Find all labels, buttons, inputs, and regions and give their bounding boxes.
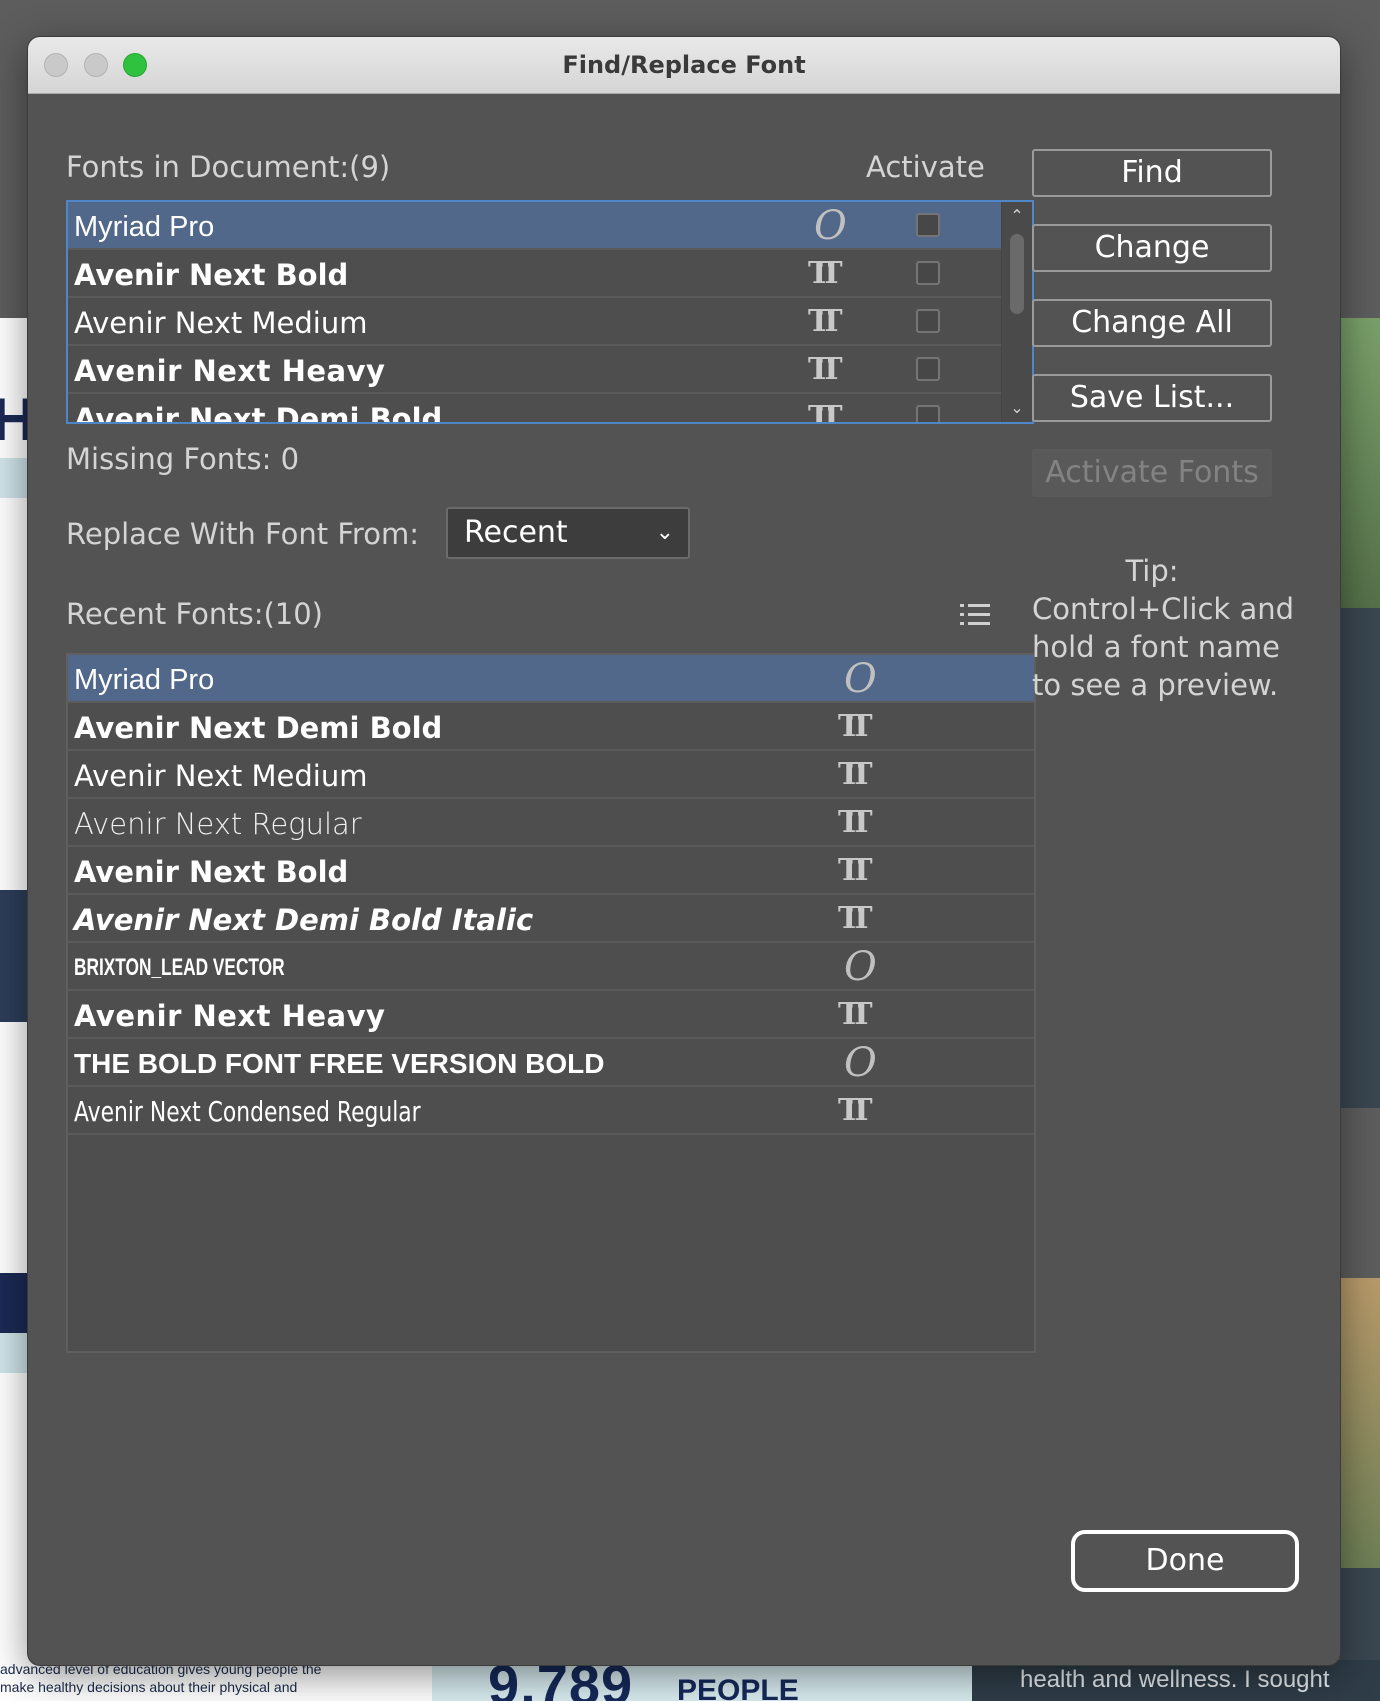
recent-fonts-list[interactable]: Myriad Pro O Avenir Next Demi Bold TT Av… xyxy=(66,653,1036,1353)
background-stat-label: PEOPLE xyxy=(677,1674,799,1701)
fonts-in-document-list[interactable]: Myriad Pro O Avenir Next Bold TT Avenir … xyxy=(66,200,1034,424)
background-heading-fragment: H xyxy=(0,386,30,453)
activate-column-header: Activate xyxy=(866,150,985,184)
font-name: Avenir Next Bold xyxy=(74,258,349,292)
fonts-in-document-label: Fonts in Document:(9) xyxy=(66,150,391,184)
truetype-icon: TT xyxy=(838,805,872,840)
window-title: Find/Replace Font xyxy=(562,51,806,79)
background-stat-box: 9,789 PEOPLE xyxy=(432,1660,972,1701)
background-stat-number: 9,789 xyxy=(488,1660,634,1701)
font-name: Avenir Next Medium xyxy=(74,759,368,793)
scroll-down-arrow-icon[interactable]: ⌄ xyxy=(1009,400,1025,416)
background-panel-right xyxy=(1340,608,1380,1108)
recent-font-row-avenir-next-bold[interactable]: Avenir Next Bold TT xyxy=(68,847,1034,895)
font-name: Myriad Pro xyxy=(74,211,215,243)
background-dark-panel: health and wellness. I sought xyxy=(972,1660,1380,1701)
missing-fonts-label: Missing Fonts: 0 xyxy=(66,442,300,476)
font-name: Avenir Next Medium xyxy=(74,306,368,340)
truetype-icon: TT xyxy=(838,1093,872,1128)
activate-checkbox[interactable] xyxy=(916,261,940,285)
font-name: Avenir Next Heavy xyxy=(74,999,386,1033)
truetype-icon: TT xyxy=(808,400,842,424)
tip-title: Tip: xyxy=(1125,554,1179,588)
truetype-icon: TT xyxy=(838,709,872,744)
font-name: Avenir Next Heavy xyxy=(74,354,386,388)
activate-checkbox[interactable] xyxy=(916,213,940,237)
opentype-icon: O xyxy=(844,944,877,990)
truetype-icon: TT xyxy=(838,853,872,888)
background-strip xyxy=(0,458,30,498)
scroll-thumb[interactable] xyxy=(1010,234,1024,314)
activate-checkbox[interactable] xyxy=(916,357,940,381)
title-bar[interactable]: Find/Replace Font xyxy=(28,37,1340,94)
activate-checkbox[interactable] xyxy=(916,405,940,422)
font-name: Avenir Next Condensed Regular xyxy=(74,1095,421,1128)
font-name: Avenir Next Demi Bold Italic xyxy=(74,903,534,937)
opentype-icon: O xyxy=(844,1040,877,1086)
replace-with-selected-value: Recent xyxy=(464,515,568,550)
opentype-icon: O xyxy=(844,656,877,702)
recent-font-row-avenir-next-medium[interactable]: Avenir Next Medium TT xyxy=(68,751,1034,799)
truetype-icon: TT xyxy=(808,352,842,387)
recent-font-row-the-bold-font[interactable]: THE BOLD FONT FREE VERSION BOLD O xyxy=(68,1039,1034,1087)
background-photo-right-bottom xyxy=(1340,1278,1380,1568)
background-strip xyxy=(0,1333,30,1373)
doc-font-row-avenir-next-demi-bold[interactable]: Avenir Next Demi Bold TT xyxy=(68,394,1002,424)
truetype-icon: TT xyxy=(838,997,872,1032)
font-name: Avenir Next Bold xyxy=(74,855,349,889)
truetype-icon: TT xyxy=(808,304,842,339)
background-document-left-edge: H xyxy=(0,318,30,1701)
font-name: Avenir Next Demi Bold xyxy=(74,402,443,424)
recent-font-row-avenir-next-heavy[interactable]: Avenir Next Heavy TT xyxy=(68,991,1034,1039)
background-heading-block xyxy=(0,1273,30,1333)
font-name: THE BOLD FONT FREE VERSION BOLD xyxy=(74,1048,605,1079)
doc-font-row-avenir-next-heavy[interactable]: Avenir Next Heavy TT xyxy=(68,346,1002,394)
recent-font-row-myriad-pro[interactable]: Myriad Pro O xyxy=(68,655,1034,703)
doc-font-row-myriad-pro[interactable]: Myriad Pro O xyxy=(68,202,1002,250)
truetype-icon: TT xyxy=(838,901,872,936)
find-button[interactable]: Find xyxy=(1032,149,1272,197)
font-name: Avenir Next Regular xyxy=(74,807,362,841)
save-list-button[interactable]: Save List... xyxy=(1032,374,1272,422)
chevron-down-icon: ⌄ xyxy=(655,520,674,545)
change-all-button[interactable]: Change All xyxy=(1032,299,1272,347)
truetype-icon: TT xyxy=(808,256,842,291)
recent-font-row-avenir-next-demi-bold[interactable]: Avenir Next Demi Bold TT xyxy=(68,703,1034,751)
replace-with-dropdown[interactable]: Recent ⌄ xyxy=(446,507,690,559)
font-name: Avenir Next Demi Bold xyxy=(74,711,443,745)
background-panel-right-lower xyxy=(1340,1568,1380,1660)
font-name: Myriad Pro xyxy=(74,664,215,696)
activate-checkbox[interactable] xyxy=(916,309,940,333)
doc-list-scrollbar[interactable]: ⌃ ⌄ xyxy=(1001,202,1032,422)
change-button[interactable]: Change xyxy=(1032,224,1272,272)
recent-font-row-avenir-next-regular[interactable]: Avenir Next Regular TT xyxy=(68,799,1034,847)
activate-fonts-button[interactable]: Activate Fonts xyxy=(1032,449,1272,497)
doc-font-row-avenir-next-bold[interactable]: Avenir Next Bold TT xyxy=(68,250,1002,298)
background-photo xyxy=(0,890,30,1022)
recent-font-row-brixton-lead-vector[interactable]: BRIXTON_LEAD VECTOR O xyxy=(68,943,1034,991)
doc-font-row-avenir-next-medium[interactable]: Avenir Next Medium TT xyxy=(68,298,1002,346)
recent-fonts-label: Recent Fonts:(10) xyxy=(66,597,323,631)
replace-with-label: Replace With Font From: xyxy=(66,517,419,551)
background-dark-panel-text: health and wellness. I sought xyxy=(1020,1666,1330,1693)
recent-font-row-avenir-next-demi-bold-italic[interactable]: Avenir Next Demi Bold Italic TT xyxy=(68,895,1034,943)
find-replace-font-dialog: Find/Replace Font Fonts in Document:(9) … xyxy=(28,37,1340,1665)
recent-font-row-avenir-next-condensed-regular[interactable]: Avenir Next Condensed Regular TT xyxy=(68,1087,1034,1135)
background-bottom-left-text: advanced level of education gives young … xyxy=(0,1661,322,1695)
background-photo-right-top xyxy=(1340,318,1380,608)
opentype-icon: O xyxy=(814,203,847,249)
tip-text: Tip: Control+Click and hold a font name … xyxy=(1032,552,1302,704)
font-name: BRIXTON_LEAD VECTOR xyxy=(74,954,285,981)
truetype-icon: TT xyxy=(838,757,872,792)
scroll-up-arrow-icon[interactable]: ⌃ xyxy=(1009,208,1025,224)
list-options-icon[interactable] xyxy=(960,602,990,628)
tip-body: Control+Click and hold a font name to se… xyxy=(1032,592,1295,702)
done-button[interactable]: Done xyxy=(1071,1530,1299,1592)
